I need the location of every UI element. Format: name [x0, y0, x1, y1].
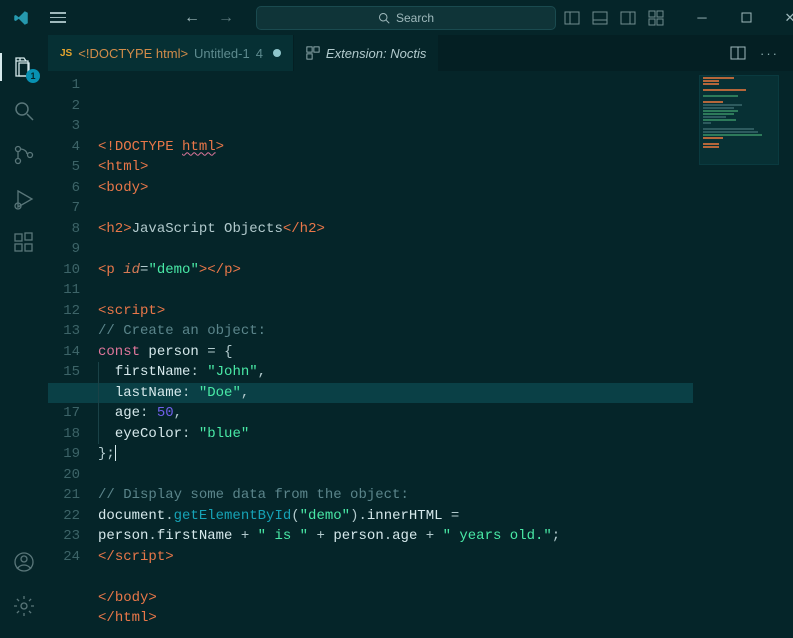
search-label: Search — [396, 11, 434, 25]
tab-extension-label: Extension: Noctis — [326, 46, 426, 61]
activity-search[interactable] — [0, 89, 48, 133]
code-line[interactable]: const person = { — [98, 342, 793, 363]
activity-scm[interactable] — [0, 133, 48, 177]
layout-panel-left-icon[interactable] — [564, 10, 580, 26]
nav-arrows: ← → — [184, 9, 234, 27]
layout-panel-right-icon[interactable] — [620, 10, 636, 26]
window-controls: ─ ✕ — [564, 4, 793, 32]
activity-debug[interactable] — [0, 177, 48, 221]
editor-tabs: JS <!DOCTYPE html> Untitled-1 4 Extensio… — [48, 35, 793, 71]
line-number-gutter: 123456789101112131415161718192021222324 — [48, 71, 98, 638]
code-line[interactable] — [98, 465, 793, 486]
tab-untitled-1[interactable]: JS <!DOCTYPE html> Untitled-1 4 — [48, 35, 294, 71]
customize-layout-icon[interactable] — [648, 10, 664, 26]
activity-account[interactable] — [0, 540, 48, 584]
code-line[interactable]: // Create an object: — [98, 321, 793, 342]
code-line[interactable]: </body> — [98, 588, 793, 609]
code-line[interactable]: }; — [98, 444, 793, 465]
code-area[interactable]: <!DOCTYPE html><html><body> <h2>JavaScrip… — [98, 71, 793, 638]
code-line[interactable]: </html> — [98, 608, 793, 629]
code-line[interactable] — [98, 239, 793, 260]
code-line[interactable] — [98, 280, 793, 301]
code-line[interactable]: <h2>JavaScript Objects</h2> — [98, 219, 793, 240]
code-line[interactable]: </script> — [98, 547, 793, 568]
maximize-button[interactable] — [726, 4, 766, 32]
code-line[interactable]: <html> — [98, 157, 793, 178]
nav-forward-icon[interactable]: → — [218, 9, 234, 27]
code-line[interactable] — [98, 567, 793, 588]
search-icon — [378, 12, 390, 24]
activity-explorer[interactable]: 1 — [0, 45, 48, 89]
explorer-badge: 1 — [26, 69, 40, 83]
search-input[interactable]: Search — [256, 6, 556, 30]
code-line[interactable]: // Display some data from the object: — [98, 485, 793, 506]
more-actions-icon[interactable]: ··· — [760, 46, 779, 61]
activity-settings[interactable] — [0, 584, 48, 628]
split-editor-icon[interactable] — [730, 45, 746, 61]
tab-number: 4 — [256, 46, 263, 61]
extension-icon — [306, 46, 320, 60]
code-line[interactable]: <!DOCTYPE html> — [98, 137, 793, 158]
code-line[interactable]: document.getElementById("demo").innerHTM… — [98, 506, 793, 527]
tab-subtitle: Untitled-1 — [194, 46, 250, 61]
code-line[interactable]: age: 50, — [98, 403, 793, 424]
code-line[interactable]: firstName: "John", — [98, 362, 793, 383]
activity-extensions[interactable] — [0, 221, 48, 265]
vscode-logo-icon — [12, 9, 30, 27]
menu-button[interactable] — [50, 9, 66, 27]
code-line[interactable]: person.firstName + " is " + person.age +… — [98, 526, 793, 547]
js-file-icon: JS — [60, 48, 72, 59]
title-bar: ← → Search ─ ✕ — [0, 0, 793, 35]
code-editor[interactable]: 123456789101112131415161718192021222324 … — [48, 71, 793, 638]
tab-actions: ··· — [730, 35, 793, 71]
tab-title-prefix: <!DOCTYPE html> — [78, 46, 188, 61]
layout-panel-bottom-icon[interactable] — [592, 10, 608, 26]
code-line[interactable]: lastName: "Doe", — [98, 383, 793, 404]
code-line[interactable]: <p id="demo"></p> — [98, 260, 793, 281]
tab-modified-dot-icon — [273, 49, 281, 57]
nav-back-icon[interactable]: ← — [184, 9, 200, 27]
code-line[interactable]: <body> — [98, 178, 793, 199]
code-line[interactable]: eyeColor: "blue" — [98, 424, 793, 445]
minimize-button[interactable]: ─ — [682, 4, 722, 32]
code-line[interactable]: <script> — [98, 301, 793, 322]
code-line[interactable] — [98, 198, 793, 219]
tab-extension-noctis[interactable]: Extension: Noctis — [294, 35, 439, 71]
close-button[interactable]: ✕ — [770, 4, 793, 32]
activity-bar: 1 — [0, 35, 48, 638]
